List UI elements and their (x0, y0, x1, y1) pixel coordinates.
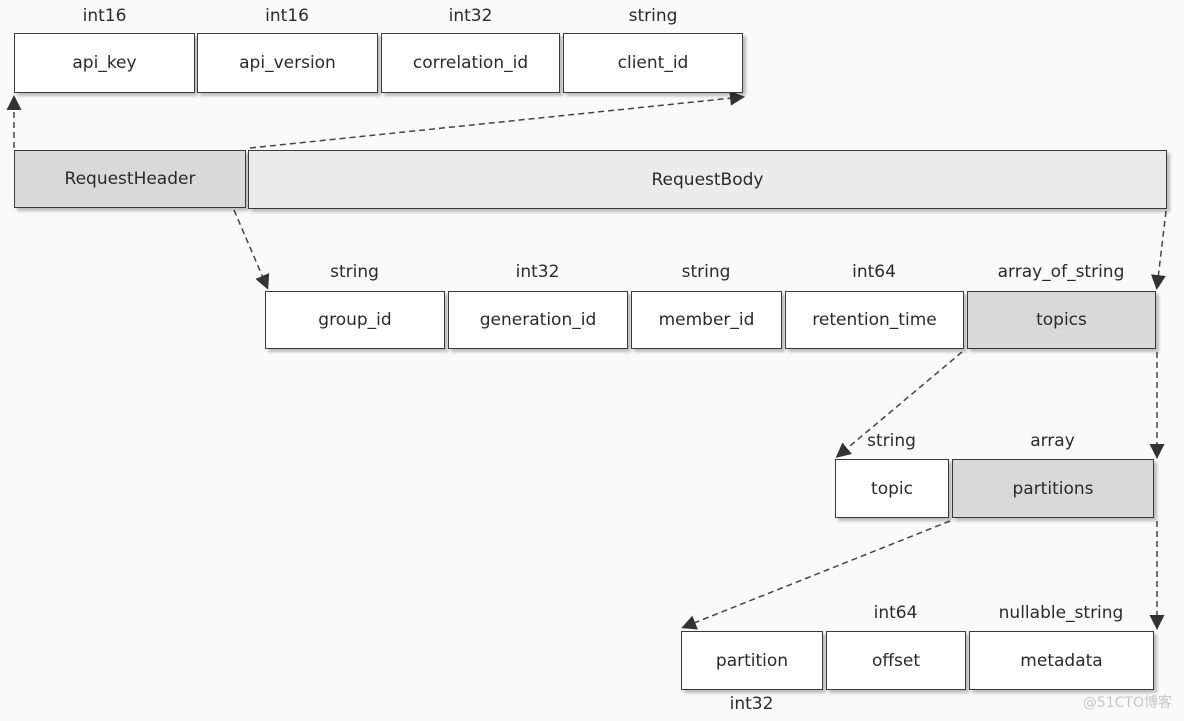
field-partitions: partitions (952, 459, 1154, 518)
field-api-key: api_key (14, 33, 195, 93)
field-partition: partition (681, 631, 823, 690)
type-label: int32 (448, 6, 493, 26)
field-client-id: client_id (563, 33, 743, 93)
field-generation-id: generation_id (448, 291, 628, 349)
field-api-version: api_version (197, 33, 378, 93)
arrow-header-to-client-id (249, 90, 745, 149)
field-topics: topics (967, 291, 1156, 349)
request-header: RequestHeader (14, 150, 246, 208)
type-label: int16 (82, 6, 127, 26)
field-metadata: metadata (969, 631, 1154, 690)
diagram: int16 int16 int32 string api_key api_ver… (0, 0, 1184, 721)
field-member-id: member_id (631, 291, 782, 349)
type-label: string (330, 262, 379, 282)
type-label: string (628, 6, 678, 26)
type-label: array (1030, 431, 1075, 451)
field-correlation-id: correlation_id (381, 33, 560, 93)
request-body: RequestBody (248, 150, 1167, 209)
field-group-id: group_id (265, 291, 445, 349)
arrow-body-start (233, 209, 270, 290)
arrow-body-end (1150, 210, 1167, 290)
field-offset: offset (826, 631, 966, 690)
type-label: int32 (515, 262, 560, 282)
type-label: array_of_string (997, 262, 1125, 282)
watermark: @51CTO博客 (1082, 695, 1172, 711)
type-label: int32 (729, 694, 774, 714)
field-topic: topic (835, 459, 949, 518)
type-label: nullable_string (998, 603, 1124, 623)
type-label: int64 (873, 603, 918, 623)
type-label: int64 (852, 262, 896, 282)
type-label: int16 (265, 6, 309, 26)
type-label: string (681, 262, 731, 282)
type-label: string (867, 431, 916, 451)
field-retention-time: retention_time (785, 291, 964, 349)
